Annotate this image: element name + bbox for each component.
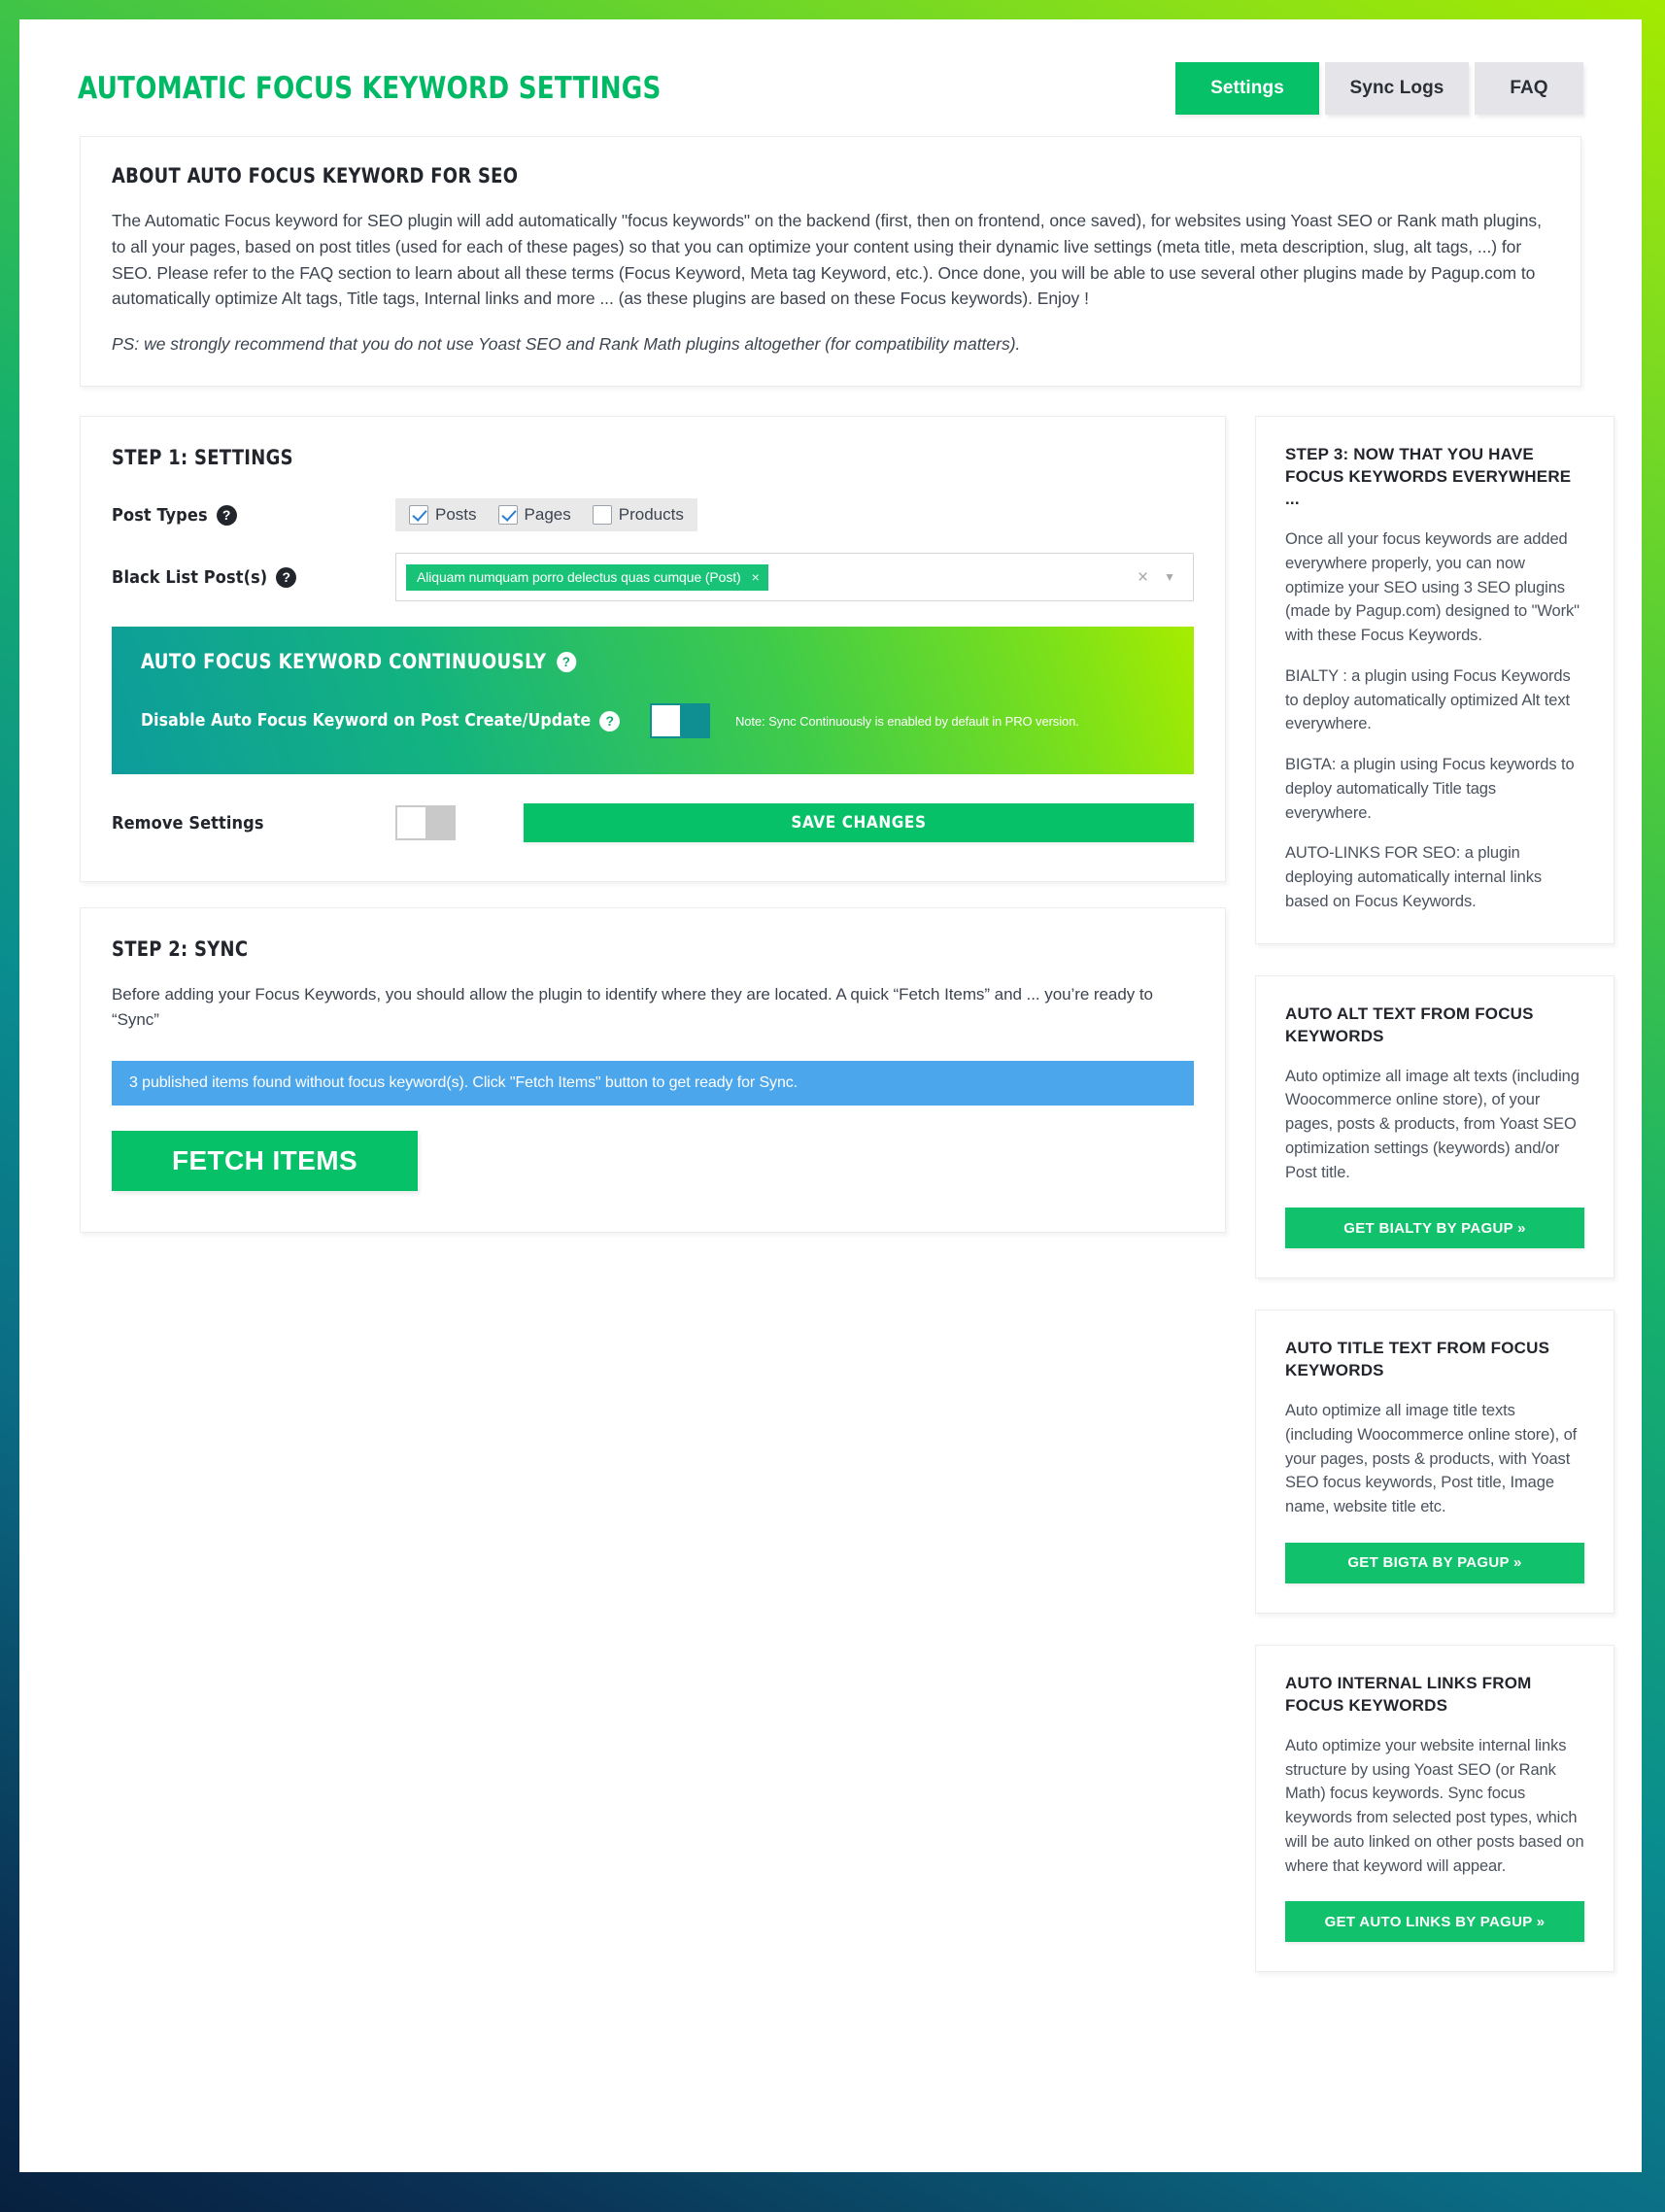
step3-title: STEP 3: NOW THAT YOU HAVE FOCUS KEYWORDS… [1285,445,1572,509]
main-column: STEP 1: SETTINGS Post Types ? Posts Page… [80,416,1226,1234]
promo-card-auto-links: AUTO INTERNAL LINKS FROM FOCUS KEYWORDS … [1255,1644,1614,1973]
sync-notice-banner: 3 published items found without focus ke… [112,1061,1194,1106]
promo-title-auto-links: AUTO INTERNAL LINKS FROM FOCUS KEYWORDS [1285,1673,1532,1715]
help-icon[interactable]: ? [556,651,577,672]
step3-paragraph-4: AUTO-LINKS FOR SEO: a plugin deploying a… [1285,844,1543,910]
checkbox-posts[interactable]: Posts [409,505,477,526]
remove-settings-toggle-wrap [395,805,524,841]
banner-note: Note: Sync Continuously is enabled by de… [735,713,1079,729]
about-card: ABOUT AUTO FOCUS KEYWORD FOR SEO The Aut… [80,136,1581,388]
blacklist-label-text: Black List Post(s) [112,566,268,588]
page-header: AUTOMATIC FOCUS KEYWORD SETTINGS Setting… [58,41,1603,124]
post-types-checkbox-group: Posts Pages Products [395,498,697,532]
blacklist-multiselect[interactable]: Aliquam numquam porro delectus quas cumq… [395,553,1194,602]
banner-title-text: AUTO FOCUS KEYWORD CONTINUOUSLY [141,650,547,674]
post-types-row: Post Types ? Posts Pages Products [112,498,1194,532]
step3-card: STEP 3: NOW THAT YOU HAVE FOCUS KEYWORDS… [1255,416,1614,944]
get-auto-links-button[interactable]: GET AUTO LINKS BY PAGUP » [1285,1901,1584,1943]
promo-body-bialty: Auto optimize all image alt texts (inclu… [1285,1067,1580,1181]
step1-heading: STEP 1: SETTINGS [112,446,293,470]
save-changes-button[interactable]: SAVE CHANGES [524,803,1194,843]
tab-bar: Settings Sync Logs FAQ [1175,62,1583,115]
get-bialty-button[interactable]: GET BIALTY BY PAGUP » [1285,1208,1584,1249]
step2-description: Before adding your Focus Keywords, you s… [112,985,1153,1029]
remove-settings-label: Remove Settings [112,812,264,834]
remove-settings-toggle[interactable] [395,805,456,841]
about-heading: ABOUT AUTO FOCUS KEYWORD FOR SEO [112,164,519,187]
banner-toggle-row: Disable Auto Focus Keyword on Post Creat… [141,703,1165,739]
remove-settings-row: Remove Settings SAVE CHANGES [112,803,1194,843]
blacklist-label: Black List Post(s) ? [112,566,395,588]
post-types-label-text: Post Types [112,504,208,526]
sidebar-column: STEP 3: NOW THAT YOU HAVE FOCUS KEYWORDS… [1255,416,1614,2003]
checkbox-posts-box[interactable] [409,505,428,526]
about-body: The Automatic Focus keyword for SEO plug… [112,211,1542,309]
settings-rows: Post Types ? Posts Pages Products Black … [112,498,1194,602]
promo-title-bigta: AUTO TITLE TEXT FROM FOCUS KEYWORDS [1285,1339,1550,1380]
step3-paragraph-3: BIGTA: a plugin using Focus keywords to … [1285,756,1575,822]
help-icon[interactable]: ? [276,566,297,588]
promo-body-bigta: Auto optimize all image title texts (inc… [1285,1402,1578,1516]
about-ps-note: PS: we strongly recommend that you do no… [112,334,1021,355]
checkbox-products-box[interactable] [592,505,612,526]
checkbox-pages[interactable]: Pages [497,505,571,526]
step3-paragraph-2: BIALTY : a plugin using Focus Keywords t… [1285,666,1571,733]
help-icon[interactable]: ? [216,504,237,526]
blacklist-token-label: Aliquam numquam porro delectus quas cumq… [417,568,741,585]
promo-title-bialty: AUTO ALT TEXT FROM FOCUS KEYWORDS [1285,1004,1534,1045]
disable-auto-focus-label: Disable Auto Focus Keyword on Post Creat… [141,710,650,732]
post-types-label: Post Types ? [112,504,395,526]
disable-auto-focus-toggle[interactable] [650,703,710,739]
tab-faq[interactable]: FAQ [1475,62,1583,115]
clear-icon[interactable]: × [1138,568,1148,587]
close-icon[interactable]: × [752,569,760,585]
auto-focus-continuously-banner: AUTO FOCUS KEYWORD CONTINUOUSLY ? Disabl… [112,627,1194,775]
page-canvas: AUTOMATIC FOCUS KEYWORD SETTINGS Setting… [19,19,1642,2172]
help-icon[interactable]: ? [599,710,621,732]
page-title: AUTOMATIC FOCUS KEYWORD SETTINGS [78,71,662,106]
step2-heading: STEP 2: SYNC [112,937,249,962]
banner-title: AUTO FOCUS KEYWORD CONTINUOUSLY ? [141,650,1124,673]
select-tools: × ▼ [1138,568,1185,587]
chevron-down-icon[interactable]: ▼ [1164,571,1175,583]
fetch-items-button[interactable]: FETCH ITEMS [112,1131,418,1192]
step2-card: STEP 2: SYNC Before adding your Focus Ke… [80,907,1226,1234]
promo-card-bigta: AUTO TITLE TEXT FROM FOCUS KEYWORDS Auto… [1255,1310,1614,1614]
blacklist-token[interactable]: Aliquam numquam porro delectus quas cumq… [406,563,768,591]
tab-sync-logs[interactable]: Sync Logs [1325,62,1469,115]
checkbox-pages-label: Pages [524,505,571,525]
tab-settings[interactable]: Settings [1175,62,1319,115]
checkbox-pages-box[interactable] [497,505,518,526]
toggle-knob [652,705,680,737]
blacklist-row: Black List Post(s) ? Aliquam numquam por… [112,553,1194,602]
step3-paragraph-1: Once all your focus keywords are added e… [1285,530,1580,645]
checkbox-products-label: Products [618,505,684,525]
promo-body-auto-links: Auto optimize your website internal link… [1285,1736,1584,1875]
get-bigta-button[interactable]: GET BIGTA BY PAGUP » [1285,1542,1584,1583]
disable-auto-focus-label-text: Disable Auto Focus Keyword on Post Creat… [141,711,592,732]
checkbox-products[interactable]: Products [592,505,684,526]
promo-card-bialty: AUTO ALT TEXT FROM FOCUS KEYWORDS Auto o… [1255,974,1614,1279]
step1-card: STEP 1: SETTINGS Post Types ? Posts Page… [80,416,1226,883]
content-columns: STEP 1: SETTINGS Post Types ? Posts Page… [80,416,1614,2003]
toggle-knob [397,807,425,839]
page-frame: AUTOMATIC FOCUS KEYWORD SETTINGS Setting… [0,0,1665,2212]
checkbox-posts-label: Posts [435,505,477,525]
